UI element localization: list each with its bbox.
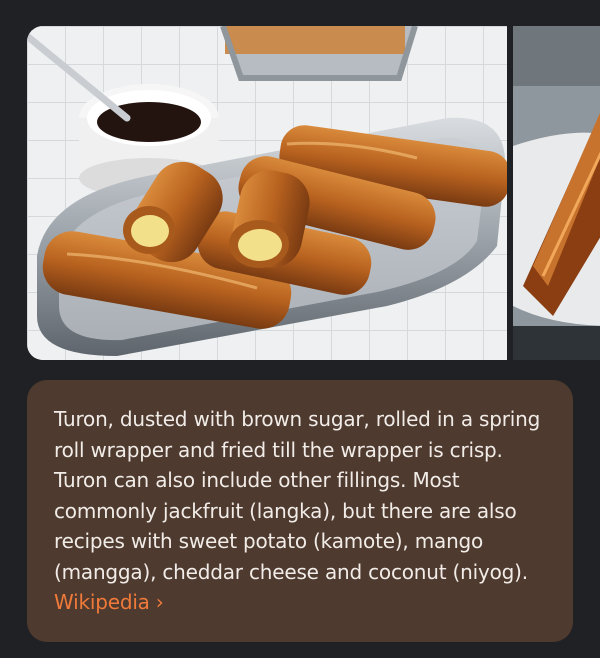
wikipedia-source-link[interactable]: Wikipedia › — [54, 590, 164, 614]
turon-plate-illustration — [27, 26, 507, 360]
description-body: Turon, dusted with brown sugar, rolled i… — [54, 407, 541, 584]
image-carousel[interactable] — [0, 0, 600, 370]
turon-closeup-illustration — [513, 26, 600, 360]
turon-plate-image[interactable] — [27, 26, 507, 360]
turon-closeup-image[interactable] — [513, 26, 600, 360]
source-label: Wikipedia — [54, 590, 150, 614]
description-card: Turon, dusted with brown sugar, rolled i… — [27, 380, 573, 642]
description-text: Turon, dusted with brown sugar, rolled i… — [54, 404, 551, 618]
chevron-right-icon: › — [155, 590, 164, 614]
